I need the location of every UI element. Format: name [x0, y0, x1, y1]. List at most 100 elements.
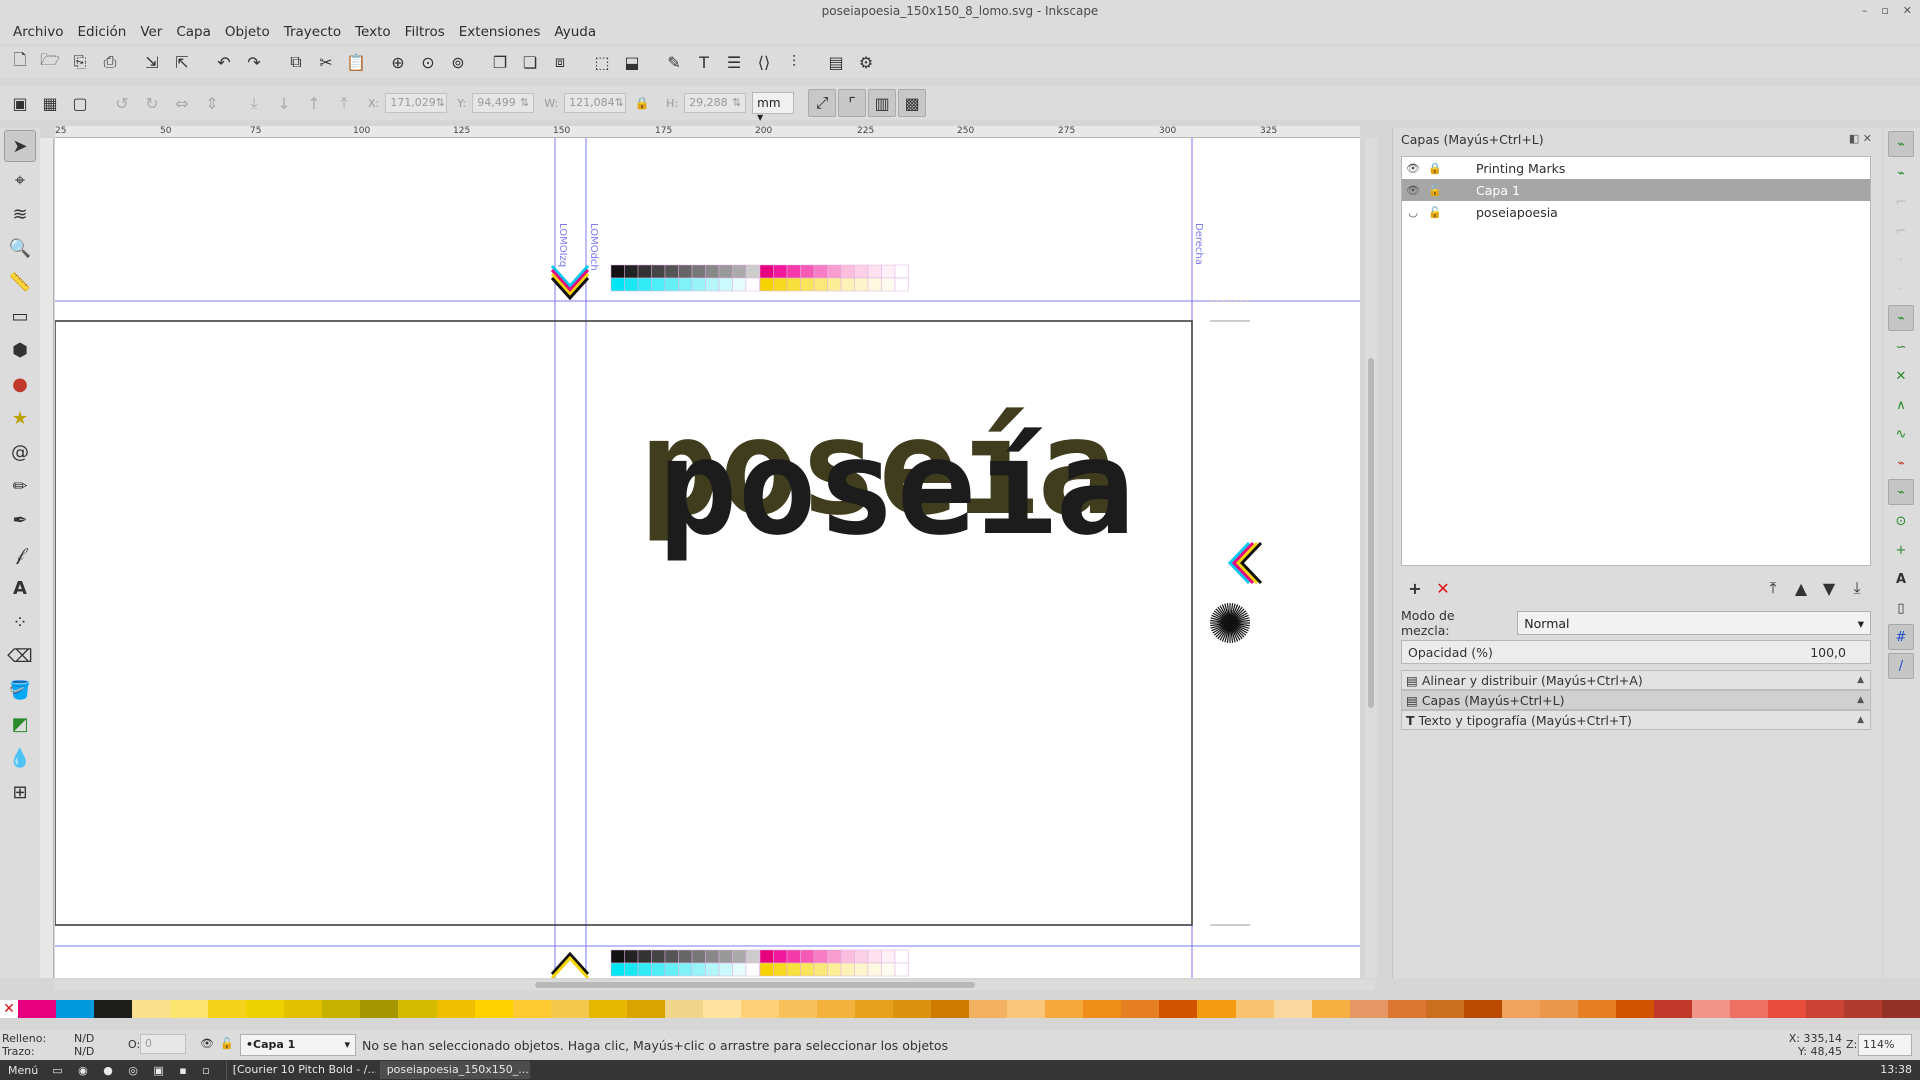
snap-smooth-icon[interactable]: ∿ — [1888, 421, 1914, 447]
undo-icon[interactable]: ↶ — [210, 48, 238, 76]
align-distribute-icon[interactable]: ⫶ — [780, 48, 808, 76]
selector-tool-icon[interactable]: ➤ — [4, 130, 36, 162]
add-layer-icon[interactable]: + — [1401, 576, 1429, 600]
spray-tool-icon[interactable]: ⁘ — [4, 606, 36, 638]
zoom-selection-icon[interactable]: ⊕ — [384, 48, 412, 76]
menu-extensiones[interactable]: Extensiones — [452, 24, 548, 40]
menu-filtros[interactable]: Filtros — [398, 24, 452, 40]
pen-tool-icon[interactable]: ✒ — [4, 504, 36, 536]
copy-icon[interactable]: ⧉ — [282, 48, 310, 76]
color-swatch[interactable] — [322, 1000, 361, 1018]
color-swatch[interactable] — [1463, 1000, 1502, 1018]
color-swatch[interactable] — [1349, 1000, 1388, 1018]
menu-trayecto[interactable]: Trayecto — [277, 24, 348, 40]
drawing-canvas[interactable]: LOMOIzq LOMOdch Derecha poseía poseía — [55, 138, 1360, 978]
color-swatch[interactable] — [1425, 1000, 1464, 1018]
measure-tool-icon[interactable]: 📏 — [4, 266, 36, 298]
current-layer-select[interactable]: •Capa 1 ▾ — [240, 1034, 356, 1056]
calligraphy-tool-icon[interactable]: 𝒻 — [4, 538, 36, 570]
eraser-tool-icon[interactable]: ⌫ — [4, 640, 36, 672]
lower-layer-icon[interactable]: ▼ — [1815, 576, 1843, 600]
raise-layer-icon[interactable]: ▲ — [1787, 576, 1815, 600]
layer-list[interactable]: 👁 🔒 Printing Marks 👁 🔓 Capa 1 ◡ 🔓 poseia… — [1401, 156, 1871, 566]
dock-align-distribute[interactable]: ▤ Alinear y distribuir (Mayús+Ctrl+A) ▲ — [1401, 670, 1871, 690]
opacity-slider[interactable]: Opacidad (%) 100,0 — [1401, 640, 1871, 664]
ellipse-tool-icon[interactable]: ● — [4, 368, 36, 400]
horizontal-scrollbar[interactable] — [55, 980, 1375, 990]
snap-bbox-edge-icon[interactable]: ⌐ — [1888, 189, 1914, 215]
color-swatch[interactable] — [56, 1000, 95, 1018]
ungroup-icon[interactable]: ⬓ — [618, 48, 646, 76]
color-swatch[interactable] — [740, 1000, 779, 1018]
scale-corners-icon[interactable]: ⌜ — [838, 89, 867, 117]
zoom-drawing-icon[interactable]: ⊙ — [414, 48, 442, 76]
menu-ver[interactable]: Ver — [133, 24, 169, 40]
node-tool-icon[interactable]: ⌖ — [4, 164, 36, 196]
duplicate-icon[interactable]: ❐ — [486, 48, 514, 76]
xml-editor-icon[interactable]: ⟨⟩ — [750, 48, 778, 76]
raise-top-icon[interactable]: ⤒ — [330, 89, 358, 117]
scroll-thumb[interactable] — [1368, 358, 1374, 708]
start-menu-button[interactable]: Menú — [0, 1064, 46, 1077]
group-icon[interactable]: ⬚ — [588, 48, 616, 76]
snap-grid-icon[interactable]: # — [1888, 624, 1914, 650]
snap-bbox-icon[interactable]: ⌁ — [1888, 160, 1914, 186]
select-all-layers-icon[interactable]: ▦ — [36, 89, 64, 117]
clone-icon[interactable]: ❏ — [516, 48, 544, 76]
tweak-tool-icon[interactable]: ≋ — [4, 198, 36, 230]
color-swatch[interactable] — [1007, 1000, 1046, 1018]
scroll-thumb[interactable] — [535, 982, 975, 988]
connector-tool-icon[interactable]: ⊞ — [4, 776, 36, 808]
dock-layers[interactable]: ▤ Capas (Mayús+Ctrl+L) ▲ — [1401, 690, 1871, 710]
preferences-icon[interactable]: ⚙ — [852, 48, 880, 76]
layers-icon[interactable]: ☰ — [720, 48, 748, 76]
menu-objeto[interactable]: Objeto — [218, 24, 277, 40]
unlock-icon[interactable]: 🔓 — [1424, 184, 1446, 197]
color-swatch[interactable] — [398, 1000, 437, 1018]
color-swatch[interactable] — [208, 1000, 247, 1018]
color-swatch[interactable] — [436, 1000, 475, 1018]
deselect-icon[interactable]: ▢ — [66, 89, 94, 117]
export-icon[interactable]: ⇱ — [168, 48, 196, 76]
color-swatch[interactable] — [550, 1000, 589, 1018]
box3d-tool-icon[interactable]: ⬢ — [4, 334, 36, 366]
zoom-page-icon[interactable]: ⊚ — [444, 48, 472, 76]
color-swatch[interactable] — [1159, 1000, 1198, 1018]
redo-icon[interactable]: ↷ — [240, 48, 268, 76]
cut-icon[interactable]: ✂ — [312, 48, 340, 76]
delete-layer-icon[interactable]: ✕ — [1429, 576, 1457, 600]
color-swatch[interactable] — [1273, 1000, 1312, 1018]
color-swatch[interactable] — [18, 1000, 57, 1018]
select-all-icon[interactable]: ▣ — [6, 89, 34, 117]
close-icon[interactable]: ✕ — [1903, 0, 1912, 22]
paint-bucket-tool-icon[interactable]: 🪣 — [4, 674, 36, 706]
panel-close-icon[interactable]: ◧ ✕ — [1849, 132, 1872, 145]
snap-others-icon[interactable]: ⌁ — [1888, 479, 1914, 505]
paste-icon[interactable]: 📋 — [342, 48, 370, 76]
color-swatch[interactable] — [284, 1000, 323, 1018]
menu-archivo[interactable]: Archivo — [6, 24, 70, 40]
lower-icon[interactable]: ↓ — [270, 89, 298, 117]
h-field[interactable]: 29,288 ⇅ — [684, 93, 747, 113]
eye-icon[interactable]: 👁 — [1402, 162, 1424, 175]
color-swatch[interactable] — [816, 1000, 856, 1018]
lower-layer-bottom-icon[interactable]: ⤓ — [1843, 576, 1871, 600]
fill-stroke-values[interactable]: N/D N/D — [74, 1032, 94, 1058]
launcher-icons[interactable]: ▭ ◉ ● ◎ ▣ ▪ ▫ — [46, 1064, 221, 1077]
color-swatch[interactable] — [1045, 1000, 1084, 1018]
snap-bbox-midpoint-icon[interactable]: · — [1888, 247, 1914, 273]
color-swatch[interactable] — [1197, 1000, 1236, 1018]
color-swatch[interactable] — [931, 1000, 970, 1018]
transform-patterns-icon[interactable]: ▩ — [898, 89, 927, 117]
color-swatch[interactable] — [1539, 1000, 1578, 1018]
snap-nodes-icon[interactable]: ⌁ — [1888, 305, 1914, 331]
color-swatch[interactable] — [132, 1000, 171, 1018]
y-field[interactable]: 94,499 ⇅ — [472, 93, 535, 113]
flip-vertical-icon[interactable]: ⇕ — [198, 89, 226, 117]
snap-text-baseline-icon[interactable]: A — [1888, 566, 1914, 592]
color-swatch[interactable] — [1692, 1000, 1731, 1018]
color-swatch[interactable] — [1121, 1000, 1160, 1018]
artwork-text[interactable]: poseía — [658, 411, 1135, 565]
text-tool-icon[interactable]: A — [4, 572, 36, 604]
save-icon[interactable]: ⎘ — [66, 48, 94, 76]
